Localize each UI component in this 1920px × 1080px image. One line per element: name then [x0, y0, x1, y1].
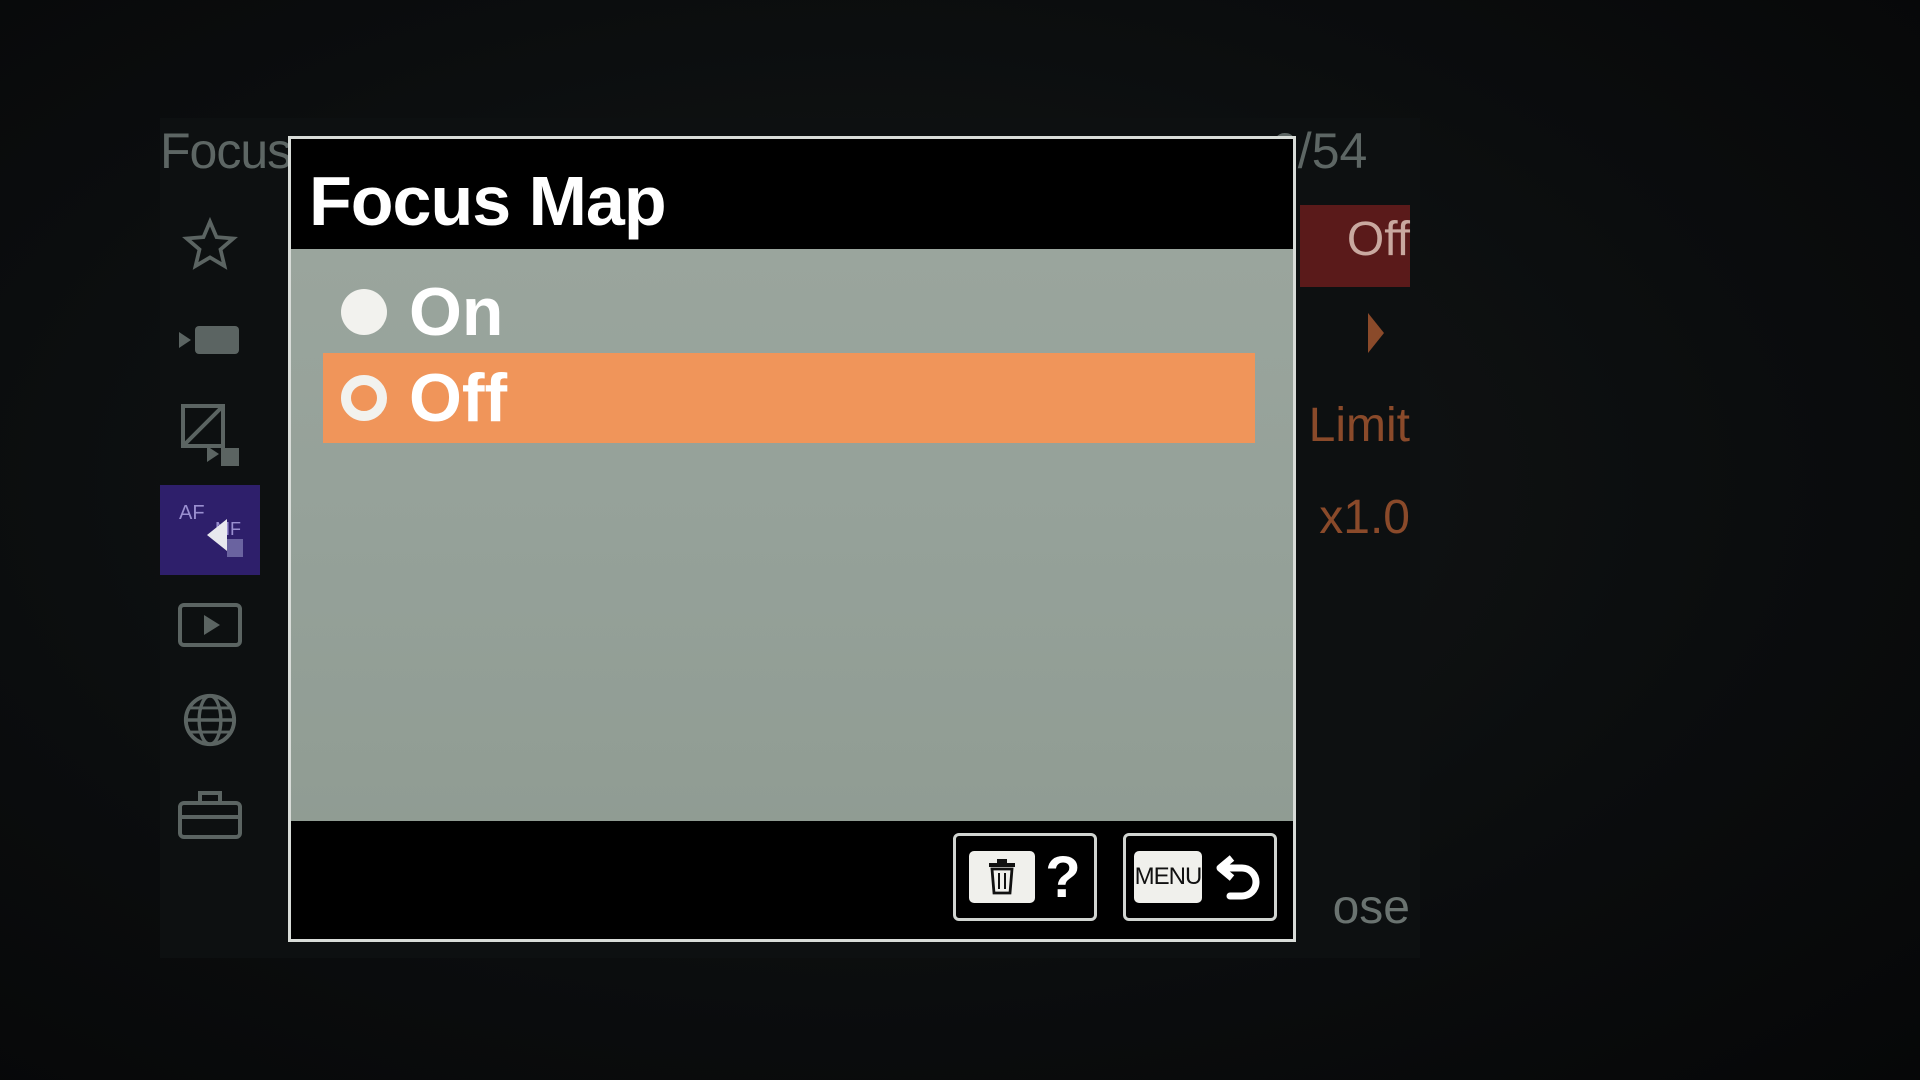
- dialog-title: Focus Map: [309, 162, 667, 240]
- camera-lcd-scene: Focus 6/54 Off Limit x1.0 ose AF MF Focu…: [0, 0, 1920, 1080]
- options-list: On Off: [291, 249, 1293, 827]
- category-rail: AF MF: [160, 200, 260, 920]
- star-icon[interactable]: [160, 200, 260, 290]
- option-label-on: On: [409, 274, 504, 350]
- back-button[interactable]: MENU: [1123, 833, 1277, 921]
- background-value-limit: Limit: [1308, 399, 1410, 452]
- af-mf-icon[interactable]: AF MF: [160, 485, 260, 575]
- movie-camera-icon[interactable]: [160, 295, 260, 385]
- chevron-right-icon: [1368, 313, 1384, 353]
- background-menu-title: Focus: [160, 123, 292, 179]
- playback-icon[interactable]: [160, 580, 260, 670]
- radio-unselected-icon: [341, 289, 387, 335]
- background-value-off: Off: [1346, 213, 1410, 266]
- menu-key: MENU: [1134, 851, 1202, 903]
- focus-map-dialog: Focus Map On Off ? MENU: [288, 136, 1296, 942]
- dialog-header: Focus Map: [291, 139, 1293, 249]
- help-button[interactable]: ?: [953, 833, 1097, 921]
- help-label: ?: [1045, 844, 1081, 910]
- option-on[interactable]: On: [323, 267, 1255, 357]
- radio-selected-icon: [341, 375, 387, 421]
- background-value-zoom: x1.0: [1319, 491, 1410, 544]
- return-arrow-icon: [1212, 848, 1266, 907]
- option-label-off: Off: [409, 360, 508, 436]
- dialog-footer: ? MENU: [291, 821, 1293, 939]
- trash-icon: [969, 851, 1036, 903]
- option-off[interactable]: Off: [323, 353, 1255, 443]
- globe-icon[interactable]: [160, 675, 260, 765]
- exposure-icon[interactable]: [160, 390, 260, 480]
- toolbox-icon[interactable]: [160, 770, 260, 860]
- background-value-close: ose: [1332, 881, 1410, 934]
- menu-key-label: MENU: [1134, 863, 1203, 890]
- svg-text:AF: AF: [179, 502, 205, 524]
